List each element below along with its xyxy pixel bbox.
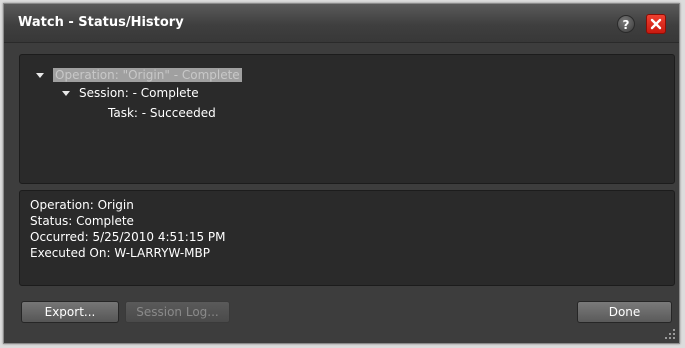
tree-node-label: Session: - Complete xyxy=(79,86,199,100)
tree-node-operation[interactable]: Operation: "Origin" - Complete xyxy=(36,67,242,83)
detail-occurred: Occurred: 5/25/2010 4:51:15 PM xyxy=(30,230,226,244)
tree-node-label: Operation: "Origin" - Complete xyxy=(53,68,242,82)
history-tree[interactable]: Operation: "Origin" - Complete Session: … xyxy=(19,54,675,184)
tree-node-label: Task: - Succeeded xyxy=(108,106,216,120)
watch-status-history-dialog: Watch - Status/History ? Operation: "Ori… xyxy=(3,3,680,344)
tree-node-session[interactable]: Session: - Complete xyxy=(62,85,199,101)
close-button[interactable] xyxy=(646,14,666,34)
title-bar[interactable]: Watch - Status/History ? xyxy=(4,4,679,43)
dialog-title: Watch - Status/History xyxy=(18,15,184,30)
detail-status: Status: Complete xyxy=(30,214,134,228)
detail-operation: Operation: Origin xyxy=(30,198,134,212)
expand-arrow-icon[interactable] xyxy=(62,91,70,96)
help-icon[interactable]: ? xyxy=(617,15,635,33)
done-button[interactable]: Done xyxy=(577,301,672,323)
expand-arrow-icon[interactable] xyxy=(36,73,44,78)
detail-executed-on: Executed On: W-LARRYW-MBP xyxy=(30,246,210,260)
resize-grip-icon[interactable] xyxy=(664,328,676,340)
session-log-button[interactable]: Session Log... xyxy=(125,301,230,323)
details-panel: Operation: Origin Status: Complete Occur… xyxy=(19,190,675,286)
close-icon xyxy=(650,18,662,30)
export-button[interactable]: Export... xyxy=(21,301,119,323)
tree-node-task[interactable]: Task: - Succeeded xyxy=(108,105,216,121)
